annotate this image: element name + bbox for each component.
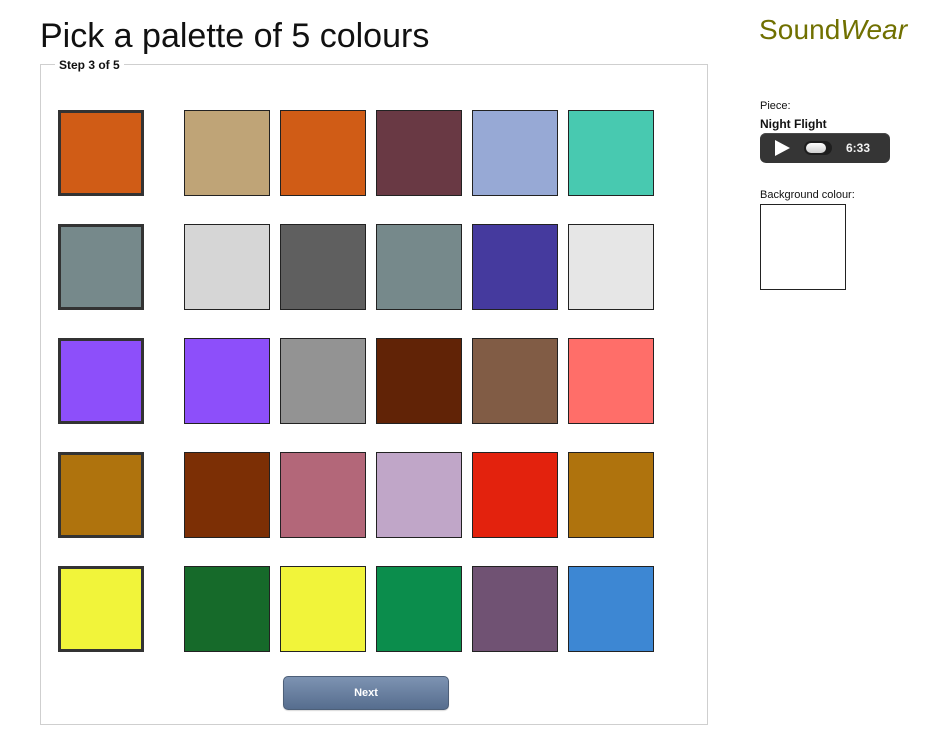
palette-picker-page: Pick a palette of 5 colours SoundWear St… xyxy=(0,0,951,745)
palette-step-panel: Step 3 of 5 xyxy=(40,57,708,725)
selected-colour-swatch[interactable] xyxy=(58,338,144,424)
selected-colour-swatch[interactable] xyxy=(58,452,144,538)
background-colour-label: Background colour: xyxy=(760,189,855,201)
colour-option-swatch[interactable] xyxy=(184,224,270,310)
colour-option-swatch[interactable] xyxy=(184,566,270,652)
step-indicator: Step 3 of 5 xyxy=(55,57,124,73)
logo-wear-text: Wear xyxy=(840,14,908,45)
background-colour-swatch[interactable] xyxy=(760,204,846,290)
colour-option-swatch[interactable] xyxy=(472,338,558,424)
colour-option-swatch[interactable] xyxy=(184,110,270,196)
logo-sound-text: Sound xyxy=(759,14,841,45)
palette-row-3 xyxy=(58,338,678,424)
colour-option-swatch[interactable] xyxy=(184,338,270,424)
play-icon[interactable] xyxy=(773,139,791,157)
colour-option-swatch[interactable] xyxy=(568,338,654,424)
colour-option-swatch[interactable] xyxy=(376,452,462,538)
palette-row-4 xyxy=(58,452,678,538)
next-button[interactable]: Next xyxy=(283,676,449,710)
colour-option-swatch[interactable] xyxy=(472,110,558,196)
colour-option-swatch[interactable] xyxy=(280,110,366,196)
selected-colour-swatch[interactable] xyxy=(58,566,144,652)
seek-slider-thumb[interactable] xyxy=(806,143,826,153)
colour-option-swatch[interactable] xyxy=(472,566,558,652)
colour-option-swatch[interactable] xyxy=(376,224,462,310)
colour-option-swatch[interactable] xyxy=(568,566,654,652)
colour-option-swatch[interactable] xyxy=(280,224,366,310)
colour-option-swatch[interactable] xyxy=(184,452,270,538)
palette-row-2 xyxy=(58,224,678,310)
colour-option-swatch[interactable] xyxy=(568,452,654,538)
page-title: Pick a palette of 5 colours xyxy=(40,17,430,55)
colour-option-swatch[interactable] xyxy=(280,338,366,424)
colour-option-swatch[interactable] xyxy=(376,338,462,424)
colour-option-swatch[interactable] xyxy=(472,452,558,538)
seek-slider[interactable] xyxy=(804,141,832,155)
soundwear-logo: SoundWear xyxy=(759,13,907,47)
colour-option-swatch[interactable] xyxy=(568,224,654,310)
palette-row-5 xyxy=(58,566,678,652)
selected-colour-swatch[interactable] xyxy=(58,224,144,310)
colour-option-swatch[interactable] xyxy=(472,224,558,310)
palette-row-1 xyxy=(58,110,678,196)
colour-option-swatch[interactable] xyxy=(280,452,366,538)
colour-option-swatch[interactable] xyxy=(280,566,366,652)
colour-option-swatch[interactable] xyxy=(568,110,654,196)
colour-option-swatch[interactable] xyxy=(376,110,462,196)
piece-name: Night Flight xyxy=(760,117,827,131)
piece-label: Piece: xyxy=(760,100,791,112)
selected-colour-swatch[interactable] xyxy=(58,110,144,196)
player-time: 6:33 xyxy=(846,141,871,155)
colour-option-swatch[interactable] xyxy=(376,566,462,652)
audio-player: 6:33 xyxy=(760,133,890,163)
